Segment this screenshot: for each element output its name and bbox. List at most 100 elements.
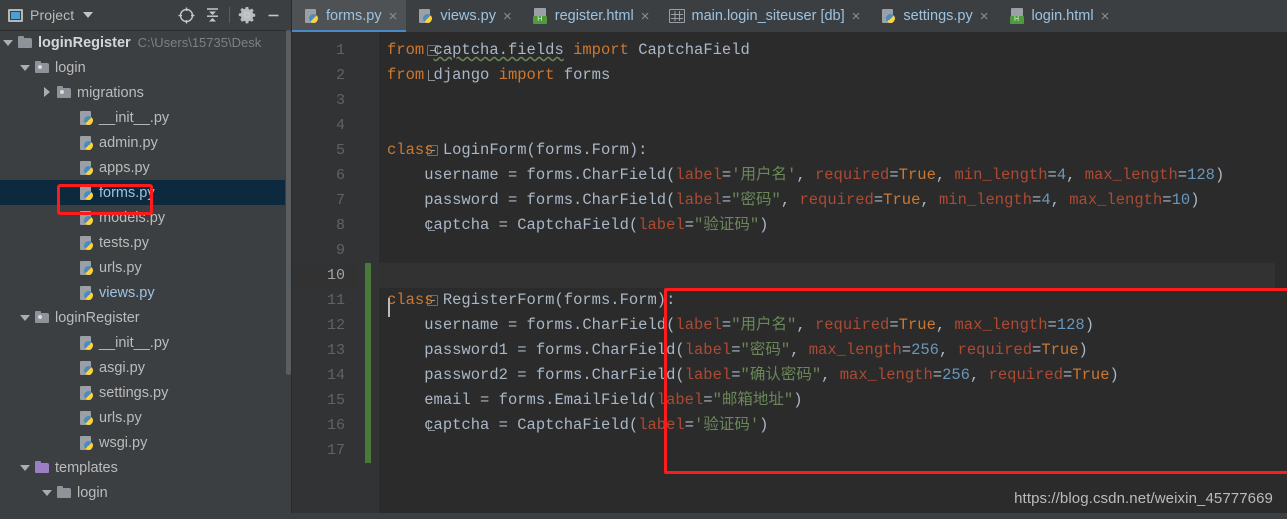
line-number: 16: [326, 417, 345, 434]
code-line[interactable]: [379, 438, 1287, 463]
line-number: 5: [335, 142, 345, 159]
close-icon[interactable]: ×: [980, 9, 989, 24]
tree-item-apps-py[interactable]: apps.py: [0, 155, 285, 180]
code-line[interactable]: password1 = forms.CharField(label="密码", …: [379, 338, 1287, 363]
tree-item-label: settings.py: [99, 384, 169, 401]
line-number: 3: [335, 92, 345, 109]
editor-tab-bar[interactable]: forms.py × views.py × Hregister.html × main.lo…: [292, 0, 1287, 32]
module-folder-icon: [34, 310, 51, 326]
code-line[interactable]: class RegisterForm(forms.Form):: [379, 288, 1287, 313]
close-icon[interactable]: ×: [503, 9, 512, 24]
line-number: 8: [335, 217, 345, 234]
tree-item-label: asgi.py: [99, 359, 145, 376]
project-tool-window: Project loginRegister C:\Users\15735\Des…: [0, 0, 292, 513]
code-line[interactable]: password = forms.CharField(label="密码", r…: [379, 188, 1287, 213]
code-line[interactable]: [379, 238, 1287, 263]
tree-item-admin-py[interactable]: admin.py: [0, 130, 285, 155]
python-file-icon: [78, 210, 95, 226]
tree-item-forms-py[interactable]: forms.py: [0, 180, 285, 205]
chevron-down-icon[interactable]: [42, 487, 53, 498]
tree-item-loginregister[interactable]: loginRegister: [0, 305, 285, 330]
close-icon[interactable]: ×: [1101, 9, 1110, 24]
code-line[interactable]: username = forms.CharField(label='用户名', …: [379, 163, 1287, 188]
chevron-down-icon[interactable]: [20, 312, 31, 323]
watermark-url: https://blog.csdn.net/weixin_45777669: [1014, 490, 1273, 507]
line-number: 2: [335, 67, 345, 84]
editor-tab-views-py[interactable]: views.py ×: [406, 0, 520, 32]
tree-item-tests-py[interactable]: tests.py: [0, 230, 285, 255]
tree-item-label: apps.py: [99, 159, 150, 176]
chevron-down-icon[interactable]: [83, 12, 94, 18]
code-line[interactable]: [379, 263, 1287, 288]
line-number: 17: [326, 442, 345, 459]
project-title: Project: [30, 7, 75, 23]
tree-item-label: views.py: [99, 284, 155, 301]
tree-item-login[interactable]: login: [0, 55, 285, 80]
tree-item-label: loginRegister: [55, 309, 140, 326]
table-grid: [671, 11, 684, 21]
tree-item-urls-py[interactable]: urls.py: [0, 255, 285, 280]
code-line[interactable]: from django import forms: [379, 63, 1287, 88]
editor-tab-register-html[interactable]: Hregister.html ×: [521, 0, 659, 32]
close-icon[interactable]: ×: [641, 9, 650, 24]
pycharm-window: Project loginRegister C:\Users\15735\Des…: [0, 0, 1287, 513]
line-number: 1: [335, 42, 345, 59]
tree-item-settings-py[interactable]: settings.py: [0, 380, 285, 405]
code-line[interactable]: [379, 113, 1287, 138]
python-file-icon: [303, 8, 320, 24]
tree-item-views-py[interactable]: views.py: [0, 280, 285, 305]
tree-item-loginregister[interactable]: loginRegister C:\Users\15735\Desk: [0, 30, 285, 55]
tree-item--init-py[interactable]: __init__.py: [0, 105, 285, 130]
project-toolbar: Project: [0, 0, 292, 31]
code-content[interactable]: from captcha.fields import CaptchaField f…: [379, 32, 1287, 519]
chevron-down-icon[interactable]: [20, 62, 31, 73]
tree-item--init-py[interactable]: __init__.py: [0, 330, 285, 355]
editor-tab-label: login.html: [1031, 8, 1094, 24]
code-line[interactable]: password2 = forms.CharField(label="确认密码"…: [379, 363, 1287, 388]
minimize-icon[interactable]: [260, 2, 286, 28]
close-icon[interactable]: ×: [389, 9, 398, 24]
chevron-down-icon[interactable]: [3, 37, 14, 48]
code-line[interactable]: class LoginForm(forms.Form):: [379, 138, 1287, 163]
chevron-right-icon[interactable]: [42, 87, 53, 98]
target-locate-icon[interactable]: [173, 2, 199, 28]
line-number: 12: [326, 317, 345, 334]
folder-icon: [17, 35, 34, 51]
line-number: 7: [335, 192, 345, 209]
gear-icon[interactable]: [234, 2, 260, 28]
line-number: 11: [326, 292, 345, 309]
tree-item-asgi-py[interactable]: asgi.py: [0, 355, 285, 380]
tree-item-login[interactable]: login: [0, 480, 285, 505]
tree-item-templates[interactable]: templates: [0, 455, 285, 480]
code-line[interactable]: email = forms.EmailField(label="邮箱地址"): [379, 388, 1287, 413]
module-folder-icon: [34, 60, 51, 76]
editor-tab-settings-py[interactable]: settings.py ×: [869, 0, 997, 32]
tree-item-wsgi-py[interactable]: wsgi.py: [0, 430, 285, 455]
tree-item-label: __init__.py: [99, 109, 170, 126]
editor-tab-main-login-siteuser-db-[interactable]: main.login_siteuser [db] ×: [658, 0, 869, 32]
close-icon[interactable]: ×: [852, 9, 861, 24]
code-line[interactable]: captcha = CaptchaField(label="验证码"): [379, 213, 1287, 238]
tree-item-label: urls.py: [99, 409, 142, 426]
html-file-icon: H: [532, 8, 549, 24]
line-number: 13: [326, 342, 345, 359]
project-tree[interactable]: loginRegister C:\Users\15735\Desk login mig…: [0, 30, 285, 513]
chevron-down-icon[interactable]: [20, 462, 31, 473]
python-file-icon: [78, 185, 95, 201]
vcs-added-lines-marker[interactable]: [365, 263, 371, 463]
tree-item-urls-py[interactable]: urls.py: [0, 405, 285, 430]
code-line[interactable]: from captcha.fields import CaptchaField: [379, 38, 1287, 63]
code-line[interactable]: [379, 88, 1287, 113]
tree-item-migrations[interactable]: migrations: [0, 80, 285, 105]
code-line[interactable]: username = forms.CharField(label="用户名", …: [379, 313, 1287, 338]
editor-tab-forms-py[interactable]: forms.py ×: [292, 0, 407, 32]
code-line[interactable]: captcha = CaptchaField(label='验证码'): [379, 413, 1287, 438]
code-editor[interactable]: 1 2 3 4 5 6 7 8 9 10 11 12 13 14 15 16 17 from captcha.f…: [292, 32, 1287, 513]
tree-item-models-py[interactable]: models.py: [0, 205, 285, 230]
project-title-group[interactable]: Project: [0, 7, 173, 23]
collapse-all-icon[interactable]: [199, 2, 225, 28]
editor-tab-login-html[interactable]: Hlogin.html ×: [998, 0, 1119, 32]
tree-item-label: migrations: [77, 84, 144, 101]
